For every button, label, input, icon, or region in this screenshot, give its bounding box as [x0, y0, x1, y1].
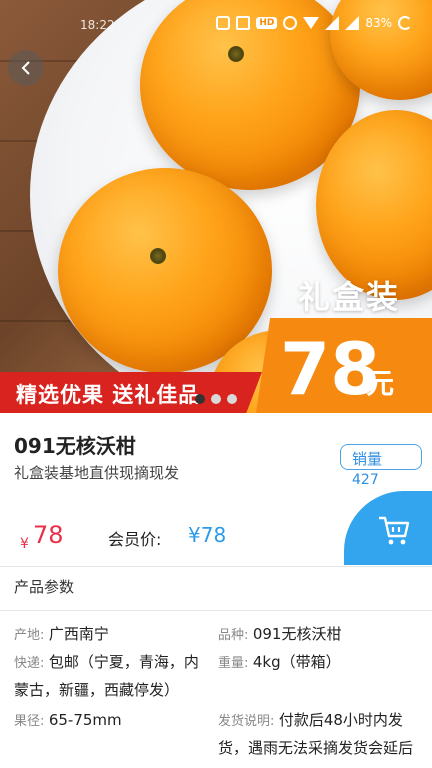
param-value: 4kg（带箱） [252, 653, 341, 671]
wifi-icon [303, 17, 320, 29]
promo-banner-text: 精选优果 送礼佳品 [16, 383, 201, 407]
member-price: ¥78 [188, 523, 227, 547]
product-price: 78 [33, 521, 64, 549]
signal-4g-icon [345, 16, 360, 30]
param-delivery: 发货说明: 付款后48小时内发 [218, 706, 403, 736]
param-value: 包邮（宁夏，青海，内 [48, 653, 199, 671]
param-diameter: 果径: 65-75mm [14, 706, 122, 736]
product-image-carousel[interactable]: 18:22 HD 83% 礼盒装 78 元 精选优果 送礼佳品 [0, 0, 432, 413]
hero-price-unit: 元 [366, 367, 395, 400]
status-time: 18:22 [80, 18, 115, 32]
sales-label: 销量 [352, 450, 383, 468]
param-value: 付款后48小时内发 [278, 711, 403, 729]
param-shipping-cont: 蒙古，新疆，西藏停发） [14, 676, 179, 705]
section-title-params: 产品参数 [14, 578, 75, 596]
param-value: 货，遇雨无法采摘发货会延后 [218, 739, 414, 757]
phone-icon [216, 16, 231, 30]
silent-icon [283, 16, 298, 30]
param-value: 091无核沃柑 [252, 625, 342, 643]
member-price-label: 会员价: [108, 530, 162, 549]
product-title: 091无核沃柑 [14, 434, 136, 458]
carousel-dot[interactable] [227, 394, 237, 404]
gift-box-label: 礼盒装 [298, 278, 401, 316]
param-weight: 重量: 4kg（带箱） [218, 648, 341, 678]
shopping-cart-icon [379, 516, 410, 545]
param-variety: 品种: 091无核沃柑 [218, 620, 341, 650]
hd-icon: HD [256, 17, 278, 29]
carousel-indicator [195, 394, 237, 404]
divider [0, 610, 432, 611]
signal-5g-icon [325, 16, 340, 30]
sales-count: 427 [352, 472, 379, 488]
status-bar: 18:22 HD 83% [0, 0, 432, 50]
battery-percent: 83% [365, 16, 392, 30]
param-delivery-cont: 货，遇雨无法采摘发货会延后 [218, 734, 413, 763]
param-origin: 产地: 广西南宁 [14, 620, 109, 650]
param-key: 果径: [14, 714, 45, 729]
status-icons: HD 83% [216, 16, 412, 30]
param-value: 蒙古，新疆，西藏停发） [14, 681, 180, 699]
param-shipping: 快递: 包邮（宁夏，青海，内 [14, 648, 199, 678]
carousel-dot[interactable] [211, 394, 221, 404]
param-key: 产地: [14, 628, 45, 643]
divider [0, 566, 432, 567]
param-key: 重量: [218, 656, 249, 671]
nfc-icon [236, 16, 251, 30]
chevron-left-icon [21, 61, 30, 75]
param-key: 快递: [14, 656, 45, 671]
carousel-dot[interactable] [195, 394, 205, 404]
add-to-cart-button[interactable] [344, 491, 432, 565]
param-value: 广西南宁 [48, 625, 109, 643]
back-button[interactable] [8, 50, 44, 86]
price-currency: ¥ [20, 536, 29, 552]
orange-stem [150, 248, 166, 264]
product-subtitle: 礼盒装基地直供现摘现发 [14, 464, 180, 482]
param-key: 品种: [218, 628, 249, 643]
param-key: 发货说明: [218, 714, 275, 729]
param-value: 65-75mm [48, 711, 122, 729]
battery-ring-icon [398, 16, 412, 30]
